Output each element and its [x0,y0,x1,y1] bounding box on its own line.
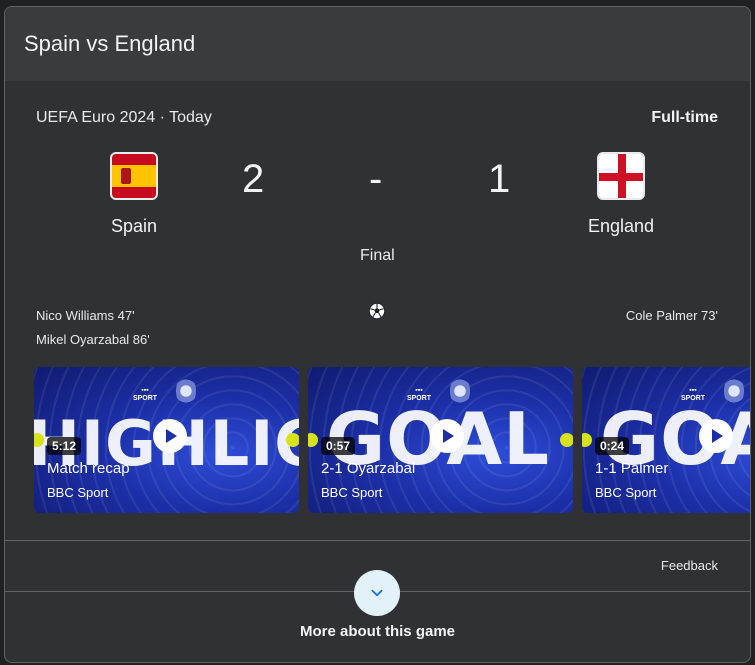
play-icon[interactable] [153,419,187,453]
scorer-entry: Mikel Oyarzabal 86' [36,332,150,347]
match-status: Full-time [651,109,718,126]
score-separator: - [369,157,383,201]
more-about-game-label[interactable]: More about this game [5,623,750,640]
away-team-name[interactable]: England [561,216,681,237]
video-card[interactable]: HIGHLIGHTS ▪▪▪SPORT 5:12 Match recap BBC… [34,367,299,513]
video-card[interactable]: GOAL ▪▪▪SPORT 0:57 2-1 Oyarzabal BBC Spo… [308,367,573,513]
home-team-name[interactable]: Spain [74,216,194,237]
decor-dot-icon [308,433,318,447]
card-header: Spain vs England [5,7,750,81]
bbc-sport-logo-icon: ▪▪▪ SPORT [132,387,158,402]
away-scorers: Cole Palmer 73' [626,304,718,328]
euro-trophy-icon [450,375,470,407]
bbc-sport-logo-icon: ▪▪▪ SPORT [680,387,706,402]
match-card: Spain vs England UEFA Euro 2024 · Today … [4,6,751,663]
decor-dot-icon [582,433,592,447]
divider [5,540,750,541]
home-score: 2 [242,157,265,201]
video-duration: 0:57 [321,437,356,455]
scorer-entry: Cole Palmer 73' [625,308,718,323]
video-card[interactable]: GOAL ▪▪▪SPORT 0:24 1-1 Palmer BBC Sport [582,367,750,513]
scorer-entry: Nico Williams 47' [36,308,135,323]
competition-label[interactable]: UEFA Euro 2024 · Today [36,109,212,127]
video-title[interactable]: 2-1 Oyarzabal [321,460,415,477]
video-carousel[interactable]: HIGHLIGHTS ▪▪▪SPORT 5:12 Match recap BBC… [34,367,750,513]
final-label: Final [360,247,395,264]
euro-trophy-icon [176,375,196,407]
feedback-link[interactable]: Feedback [661,558,718,573]
video-source: BBC Sport [595,485,657,500]
away-score: 1 [488,157,511,201]
play-icon[interactable] [430,419,464,453]
play-icon[interactable] [699,419,733,453]
video-title[interactable]: 1-1 Palmer [595,460,668,477]
bbc-sport-logo-icon: ▪▪▪ SPORT [406,387,432,402]
home-scorers: Nico Williams 47' Mikel Oyarzabal 86' [36,304,150,352]
video-duration: 0:24 [595,437,630,455]
page-title: Spain vs England [24,31,196,56]
spain-flag-icon[interactable] [110,152,158,200]
video-source: BBC Sport [47,485,109,500]
video-duration: 5:12 [47,437,82,455]
euro-trophy-icon [724,375,744,407]
video-title[interactable]: Match recap [47,460,130,477]
england-flag-icon[interactable] [597,152,645,200]
decor-dot-icon [560,433,573,447]
expand-button[interactable] [354,570,400,616]
video-source: BBC Sport [321,485,383,500]
chevron-down-icon [371,589,383,597]
soccer-ball-icon [368,302,386,320]
decor-dot-icon [286,433,299,447]
